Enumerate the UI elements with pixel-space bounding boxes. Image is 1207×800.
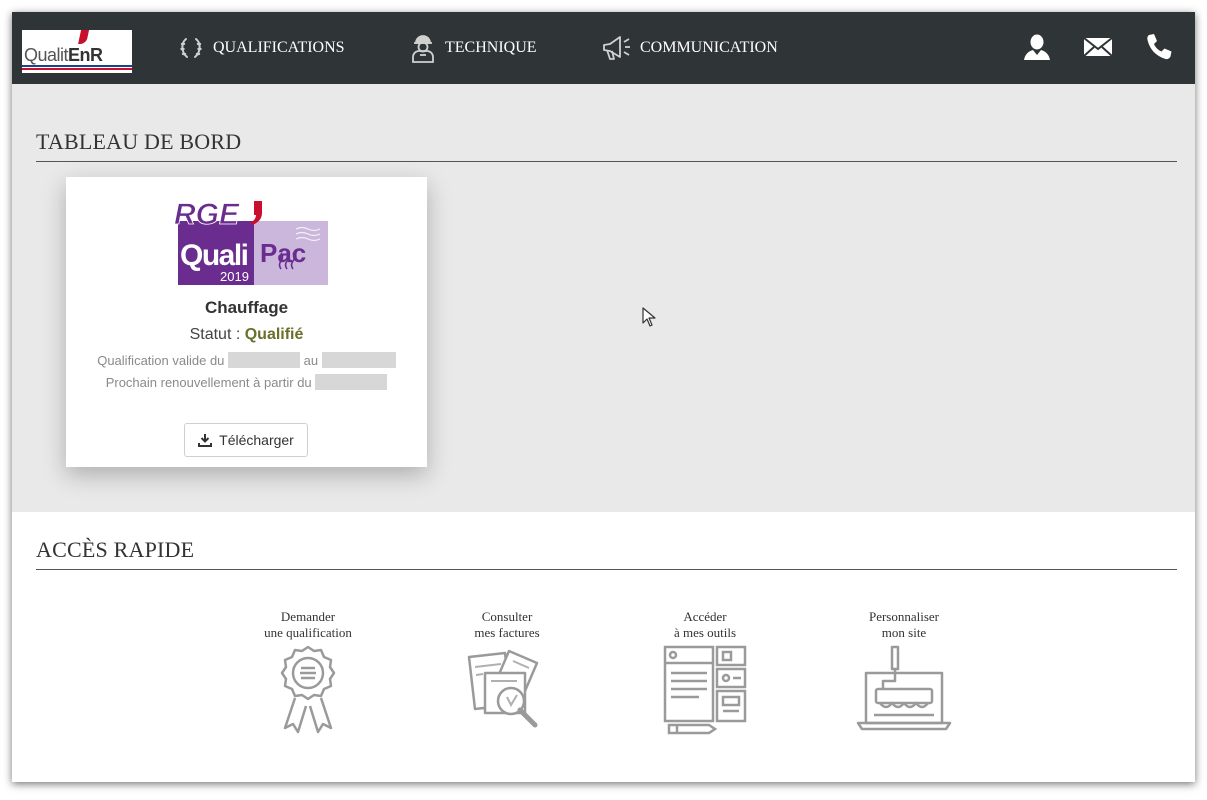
qa-label: Consulter mes factures (474, 609, 540, 640)
mail-icon (1083, 37, 1113, 57)
worker-icon (412, 35, 434, 63)
validity-mid: au (303, 353, 319, 368)
app-window: QualitEnR QUALIFICATIONS TECHNIQUE COMMU… (12, 12, 1195, 782)
quick-access-divider (36, 569, 1177, 570)
status-value: Qualifié (244, 326, 304, 343)
download-icon (198, 434, 213, 447)
qualification-status: Statut : Qualifié (66, 326, 427, 344)
download-label: Télécharger (219, 432, 294, 448)
mouse-cursor-icon (642, 307, 656, 327)
logo-accent (78, 30, 90, 44)
invoice-search-icon (467, 649, 539, 728)
renewal-line: Prochain renouvellement à partir du (66, 374, 427, 390)
badge-rge-text: RGE (174, 198, 240, 231)
nav-qualifications[interactable]: QUALIFICATIONS (177, 12, 345, 84)
logo-text: QualitEnR (24, 45, 103, 65)
nav-technique[interactable]: TECHNIQUE (409, 12, 537, 84)
quick-view-invoices[interactable]: Consulter mes factures (437, 609, 577, 735)
qa-label: Accéder à mes outils (673, 609, 737, 640)
badge-quali-text: Quali (180, 239, 248, 272)
user-icon (1024, 34, 1050, 60)
laurel-icon (180, 38, 202, 58)
quick-access-section: ACCÈS RAPIDE Demander une qualification C… (12, 512, 1195, 782)
phone-button[interactable] (1144, 32, 1174, 62)
dashboard-divider (36, 161, 1177, 162)
tools-layout-icon (663, 645, 747, 735)
phone-icon (1147, 34, 1172, 60)
certificate-icon (280, 645, 336, 734)
qualitenr-logo[interactable]: QualitEnR (22, 30, 132, 73)
nav-label: QUALIFICATIONS (213, 39, 345, 56)
nav-communication[interactable]: COMMUNICATION (600, 12, 778, 84)
top-navbar: QualitEnR QUALIFICATIONS TECHNIQUE COMMU… (12, 12, 1195, 84)
nav-label: COMMUNICATION (640, 39, 778, 56)
renewal-prefix: Prochain renouvellement à partir du (105, 375, 312, 390)
validity-line: Qualification valide du au (66, 352, 427, 368)
paint-roller-screen-icon (856, 645, 952, 731)
badge-pac-text: Pac (260, 238, 306, 268)
quick-request-qualification[interactable]: Demander une qualification (238, 609, 378, 735)
megaphone-icon (603, 36, 630, 60)
quick-access-tools[interactable]: Accéder à mes outils (635, 609, 775, 735)
qualification-card: RGE Quali Pac 2019 Chauffage Statut : Qu… (66, 177, 427, 467)
qualipac-rge-badge: RGE Quali Pac 2019 (174, 198, 328, 285)
badge-year-text: 2019 (220, 269, 249, 284)
quick-customize-site[interactable]: Personnaliser mon site (834, 609, 974, 735)
redacted-renewal-date (315, 374, 388, 390)
qualification-name: Chauffage (204, 298, 289, 317)
qa-label: Demander une qualification (264, 609, 352, 640)
status-label: Statut : (189, 326, 245, 343)
validity-prefix: Qualification valide du (97, 353, 225, 368)
qa-label: Personnaliser mon site (868, 609, 940, 640)
redacted-start-date (228, 352, 301, 368)
logo-stripe-red (22, 68, 132, 70)
redacted-end-date (321, 352, 396, 368)
logo-stripe-blue (22, 65, 132, 67)
quick-access-title: ACCÈS RAPIDE (36, 537, 195, 562)
account-button[interactable] (1022, 32, 1052, 62)
messages-button[interactable] (1083, 32, 1113, 62)
nav-label: TECHNIQUE (445, 39, 537, 56)
dashboard-title: TABLEAU DE BORD (36, 129, 242, 154)
download-button[interactable]: Télécharger (184, 423, 308, 457)
